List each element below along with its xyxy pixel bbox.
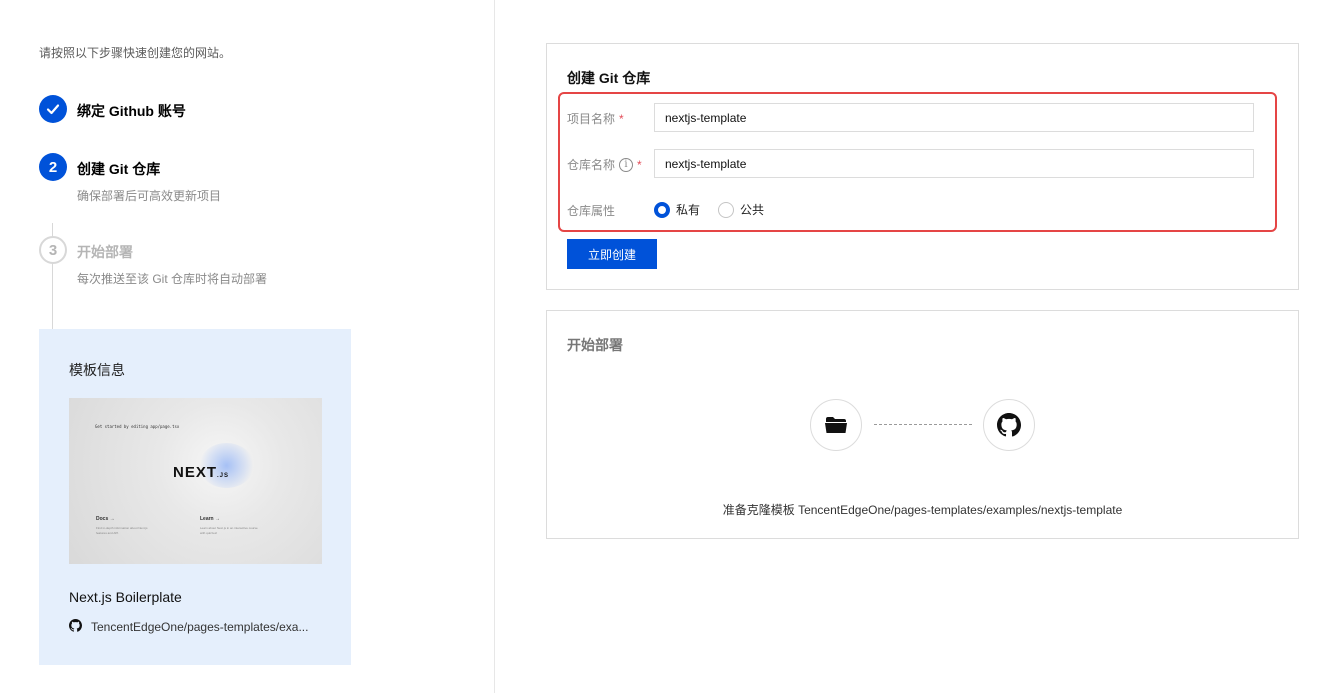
repo-name-row: 仓库名称 i * xyxy=(567,149,1267,179)
visibility-radio-group: 私有 公共 xyxy=(654,201,764,218)
github-icon xyxy=(983,399,1035,451)
visibility-label: 仓库属性 xyxy=(567,202,615,219)
visibility-row: 仓库属性 私有 公共 xyxy=(567,195,1267,225)
template-card: 模板信息 Get started by editing app/page.tsx… xyxy=(39,329,351,665)
label-text: 项目名称 xyxy=(567,112,616,126)
nextjs-logo: NEXT.JS xyxy=(173,464,229,481)
radio-private[interactable]: 私有 xyxy=(654,201,700,218)
required-mark: * xyxy=(619,111,624,126)
step-desc: 每次推送至该 Git 仓库时将自动部署 xyxy=(77,272,268,286)
project-name-label: 项目名称 * xyxy=(567,110,624,127)
radio-label: 公共 xyxy=(740,203,765,217)
thumbnail-hint: Get started by editing app/page.tsx xyxy=(95,424,180,429)
thumbnail-docs: Docs → xyxy=(96,516,115,522)
dashed-connector xyxy=(874,424,972,425)
radio-checked-icon xyxy=(654,201,670,218)
required-mark: * xyxy=(637,157,642,172)
repo-name-label: 仓库名称 i * xyxy=(567,156,642,173)
repo-text: TencentEdgeOne/pages-templates/exa... xyxy=(91,620,309,634)
radio-label: 私有 xyxy=(676,203,701,217)
folder-icon xyxy=(810,399,862,451)
radio-unchecked-icon xyxy=(718,201,735,218)
thumbnail-learn-text: Learn about Next.js in an interactive co… xyxy=(200,526,258,535)
panel-title: 创建 Git 仓库 xyxy=(567,70,651,86)
radio-public[interactable]: 公共 xyxy=(718,201,764,218)
step-title: 绑定 Github 账号 xyxy=(77,103,186,119)
create-now-button[interactable]: 立即创建 xyxy=(567,239,657,269)
template-thumbnail[interactable]: Get started by editing app/page.tsx NEXT… xyxy=(69,398,322,564)
info-icon[interactable]: i xyxy=(619,157,634,172)
template-heading: 模板信息 xyxy=(69,362,125,378)
project-name-input[interactable] xyxy=(654,103,1254,132)
step-title: 开始部署 xyxy=(77,244,133,260)
logo-text: NEXT xyxy=(173,464,218,481)
step-desc: 确保部署后可高效更新项目 xyxy=(77,189,222,203)
clone-status-text: 准备克隆模板 TencentEdgeOne/pages-templates/ex… xyxy=(722,503,1123,517)
step-number: 3 xyxy=(39,236,67,264)
deploy-panel: 开始部署 准备克隆模板 TencentEdgeOne/pages-templat… xyxy=(546,310,1299,539)
template-repo-link[interactable]: TencentEdgeOne/pages-templates/exa... xyxy=(69,619,308,635)
label-text: 仓库属性 xyxy=(567,204,616,218)
project-name-row: 项目名称 * xyxy=(567,103,1267,133)
logo-suffix: .JS xyxy=(217,473,230,479)
thumbnail-learn: Learn → xyxy=(200,516,221,522)
template-name: Next.js Boilerplate xyxy=(69,589,182,605)
github-icon xyxy=(69,619,83,635)
panel-title: 开始部署 xyxy=(567,337,623,353)
step-title: 创建 Git 仓库 xyxy=(77,161,161,177)
create-repo-panel: 创建 Git 仓库 项目名称 * 仓库名称 i * 仓库属性 私有 公共 xyxy=(546,43,1299,290)
intro-text: 请按照以下步骤快速创建您的网站。 xyxy=(39,46,232,60)
thumbnail-docs-text: Find in-depth information about Next.js … xyxy=(96,526,148,535)
check-icon xyxy=(39,95,67,123)
left-panel: 请按照以下步骤快速创建您的网站。 绑定 Github 账号 2 创建 Git 仓… xyxy=(0,0,495,693)
label-text: 仓库名称 xyxy=(567,158,616,172)
step-number: 2 xyxy=(39,153,67,181)
repo-name-input[interactable] xyxy=(654,149,1254,178)
